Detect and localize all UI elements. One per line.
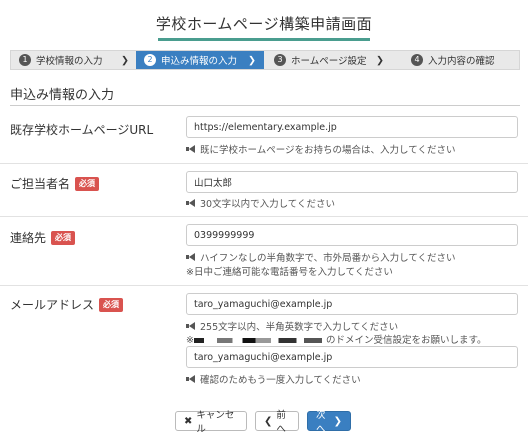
chevron-left-icon: ❮ bbox=[264, 415, 273, 427]
contact-person-label-text: ご担当者名 bbox=[10, 177, 71, 191]
chevron-right-icon: ❯ bbox=[333, 415, 342, 427]
contact-person-help-text: 30文字以内で入力してください bbox=[200, 199, 336, 210]
title-underline bbox=[158, 38, 370, 41]
email-label: メールアドレス 必須 bbox=[10, 296, 124, 313]
phone-label-text: 連絡先 bbox=[10, 231, 47, 245]
close-icon: ✖ bbox=[184, 415, 193, 427]
step-4-number: 4 bbox=[411, 54, 423, 66]
existing-url-help: 既に学校ホームページをお持ちの場合は、入力してください bbox=[186, 142, 455, 156]
contact-person-help: 30文字以内で入力してください bbox=[186, 196, 335, 210]
email-confirm-help: 確認のためもう一度入力してください bbox=[186, 372, 361, 386]
email-help-text: 255文字以内、半角英数字で入力してください bbox=[200, 322, 399, 333]
email-confirm-help-text: 確認のためもう一度入力してください bbox=[200, 375, 361, 386]
megaphone-icon bbox=[186, 375, 196, 383]
step-4-label: 入力内容の確認 bbox=[428, 56, 495, 67]
contact-person-input[interactable]: 山口太郎 bbox=[186, 171, 518, 193]
email-input[interactable]: taro_yamaguchi@example.jp bbox=[186, 293, 518, 315]
row-divider bbox=[0, 216, 528, 217]
required-badge: 必須 bbox=[51, 230, 76, 245]
step-1-label: 学校情報の入力 bbox=[36, 56, 103, 67]
phone-label: 連絡先 必須 bbox=[10, 229, 76, 246]
email-note-prefix: ※ bbox=[186, 335, 194, 346]
step-2-number: 2 bbox=[144, 54, 156, 66]
email-help: 255文字以内、半角英数字で入力してください bbox=[186, 319, 398, 333]
next-button-label: 次へ bbox=[316, 410, 326, 435]
megaphone-icon bbox=[186, 322, 196, 330]
row-divider bbox=[0, 285, 528, 286]
cancel-button-label: キャンセル bbox=[196, 410, 235, 435]
step-3: 3 ホームページ設定 bbox=[274, 51, 386, 69]
step-3-number: 3 bbox=[274, 54, 286, 66]
step-2: 2 申込み情報の入力 bbox=[136, 51, 264, 69]
phone-note: ※日中ご連絡可能な電話番号を入力してください bbox=[186, 267, 393, 278]
step-1-number: 1 bbox=[19, 54, 31, 66]
step-2-label: 申込み情報の入力 bbox=[161, 56, 238, 67]
cancel-button[interactable]: ✖ キャンセル bbox=[175, 410, 247, 435]
megaphone-icon bbox=[186, 145, 196, 153]
existing-url-label: 既存学校ホームページURL bbox=[10, 121, 153, 138]
email-domain-note: ※ のドメイン受信設定をお願いします。 bbox=[186, 332, 487, 346]
redacted-domain bbox=[193, 338, 322, 343]
megaphone-icon bbox=[186, 199, 196, 207]
phone-help: ハイフンなしの半角数字で、市外局番から入力してください bbox=[186, 250, 456, 264]
contact-person-label: ご担当者名 必須 bbox=[10, 175, 100, 192]
section-divider bbox=[10, 105, 520, 106]
step-4: 4 入力内容の確認 bbox=[411, 51, 516, 69]
step-3-label: ホームページ設定 bbox=[291, 56, 367, 67]
required-badge: 必須 bbox=[75, 176, 100, 191]
existing-url-label-text: 既存学校ホームページURL bbox=[10, 123, 154, 137]
page-title: 学校ホームページ構築申請画面 bbox=[155, 15, 373, 33]
chevron-right-icon: ❯ bbox=[121, 54, 129, 66]
existing-url-input[interactable]: https://elementary.example.jp bbox=[186, 116, 518, 138]
phone-help-text: ハイフンなしの半角数字で、市外局番から入力してください bbox=[200, 253, 456, 264]
existing-url-help-text: 既に学校ホームページをお持ちの場合は、入力してください bbox=[200, 145, 456, 156]
phone-input[interactable]: 0399999999 bbox=[186, 224, 518, 246]
required-badge: 必須 bbox=[99, 297, 124, 312]
back-button-label: 前へ bbox=[276, 410, 286, 435]
chevron-right-icon: ❯ bbox=[248, 54, 256, 66]
next-button[interactable]: 次へ ❯ bbox=[307, 410, 351, 435]
back-button[interactable]: ❮ 前へ bbox=[255, 410, 299, 435]
email-label-text: メールアドレス bbox=[10, 298, 95, 312]
step-progress-bar: 1 学校情報の入力 ❯ 2 申込み情報の入力 ❯ 3 ホームページ設定 ❯ 4 … bbox=[10, 50, 520, 70]
row-divider bbox=[0, 163, 528, 164]
section-title: 申込み情報の入力 bbox=[10, 88, 115, 103]
chevron-right-icon: ❯ bbox=[376, 54, 384, 66]
megaphone-icon bbox=[186, 253, 196, 261]
email-note-suffix: のドメイン受信設定をお願いします。 bbox=[325, 335, 487, 346]
email-confirm-input[interactable]: taro_yamaguchi@example.jp bbox=[186, 346, 518, 368]
